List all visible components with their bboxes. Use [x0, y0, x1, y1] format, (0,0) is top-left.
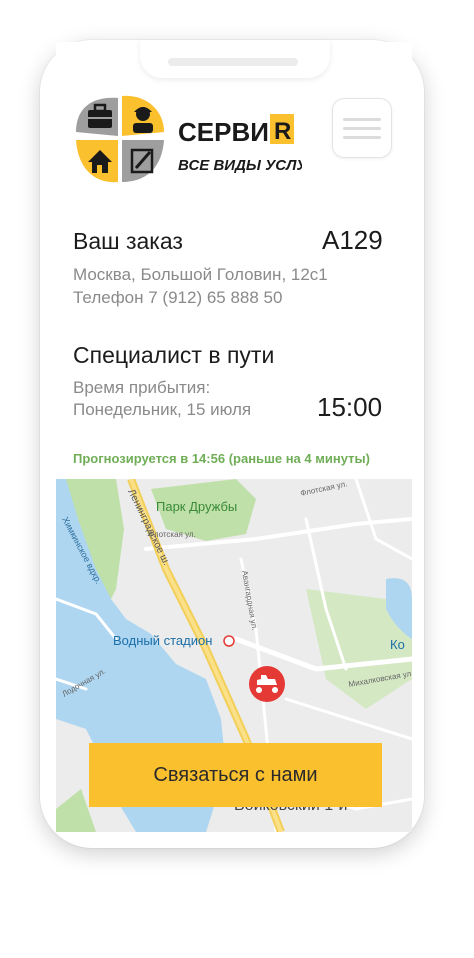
logo-mark — [76, 95, 164, 183]
brand-tagline: ВСЕ ВИДЫ УСЛУГ — [178, 157, 302, 174]
arrival-day: Понедельник, 15 июля — [73, 400, 252, 419]
order-title: Ваш заказ — [73, 228, 183, 254]
hamburger-icon-line — [343, 127, 381, 130]
map-label-flotskaya-1: Флотская ул. — [148, 530, 196, 539]
forecast-text: Прогнозируется в 14:56 (раньше на 4 мину… — [73, 451, 370, 466]
map-label-partial-right: Ко — [390, 637, 405, 652]
metro-icon — [223, 635, 235, 647]
hamburger-icon-line — [343, 136, 381, 139]
brand-logo: СЕРВИС R ВСЕ ВИДЫ УСЛУГ — [76, 95, 302, 183]
contact-us-button[interactable]: Связаться с нами — [89, 743, 382, 807]
arrival-label: Время прибытия: — [73, 378, 211, 397]
map-label-park: Парк Дружбы — [156, 499, 237, 514]
brand-badge: R — [274, 118, 291, 145]
order-number: А129 — [322, 225, 383, 255]
order-phone[interactable]: Телефон 7 (912) 65 888 50 — [73, 288, 282, 308]
map-label-station: Водный стадион — [113, 633, 212, 648]
phone-speaker — [168, 58, 298, 66]
menu-button[interactable] — [332, 98, 392, 158]
courier-marker[interactable] — [249, 666, 285, 702]
status-title: Специалист в пути — [73, 342, 275, 368]
arrival-time: 15:00 — [317, 392, 383, 422]
order-address: Москва, Большой Головин, 12с1 — [73, 265, 328, 284]
hamburger-icon — [343, 118, 381, 121]
